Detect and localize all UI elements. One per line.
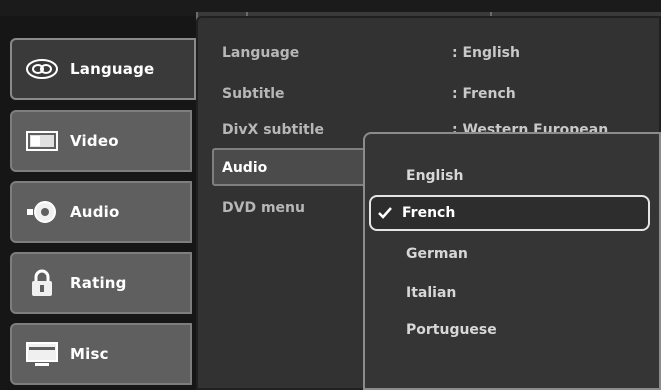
audio-icon [24,198,60,226]
row-label-subtitle: Subtitle [222,86,285,102]
row-label-audio[interactable]: Audio [222,160,267,176]
monitor-icon [24,340,60,368]
dropdown-option-french[interactable]: French [402,205,455,221]
row-label-language: Language [222,45,300,61]
dropdown-option-german[interactable]: German [406,246,468,262]
sidebar-item-video[interactable]: Video [10,110,192,172]
lock-icon [24,269,60,297]
sidebar-item-label: Rating [70,274,127,292]
sidebar-item-language[interactable]: Language [10,38,196,100]
dropdown-option-portuguese[interactable]: Portuguese [406,322,497,338]
language-icon [24,55,60,83]
row-label-dvd-menu[interactable]: DVD menu [222,200,305,216]
sidebar-item-label: Video [70,132,119,150]
checkmark-icon [378,207,392,219]
sidebar-item-rating[interactable]: Rating [10,252,192,314]
sidebar-item-label: Misc [70,345,109,363]
sidebar-item-misc[interactable]: Misc [10,323,192,385]
row-value-language: : English [452,45,520,61]
sidebar-item-audio[interactable]: Audio [10,181,192,243]
video-icon [24,127,60,155]
dropdown-option-italian[interactable]: Italian [406,285,456,301]
row-value-subtitle: : French [452,86,516,102]
dropdown-option-english[interactable]: English [406,168,463,184]
dvd-setup-screen: Language Video Audio Rating Misc Languag… [0,0,661,390]
sidebar-item-label: Audio [70,203,120,221]
row-label-divx-subtitle: DivX subtitle [222,122,325,138]
sidebar-item-label: Language [70,60,155,78]
